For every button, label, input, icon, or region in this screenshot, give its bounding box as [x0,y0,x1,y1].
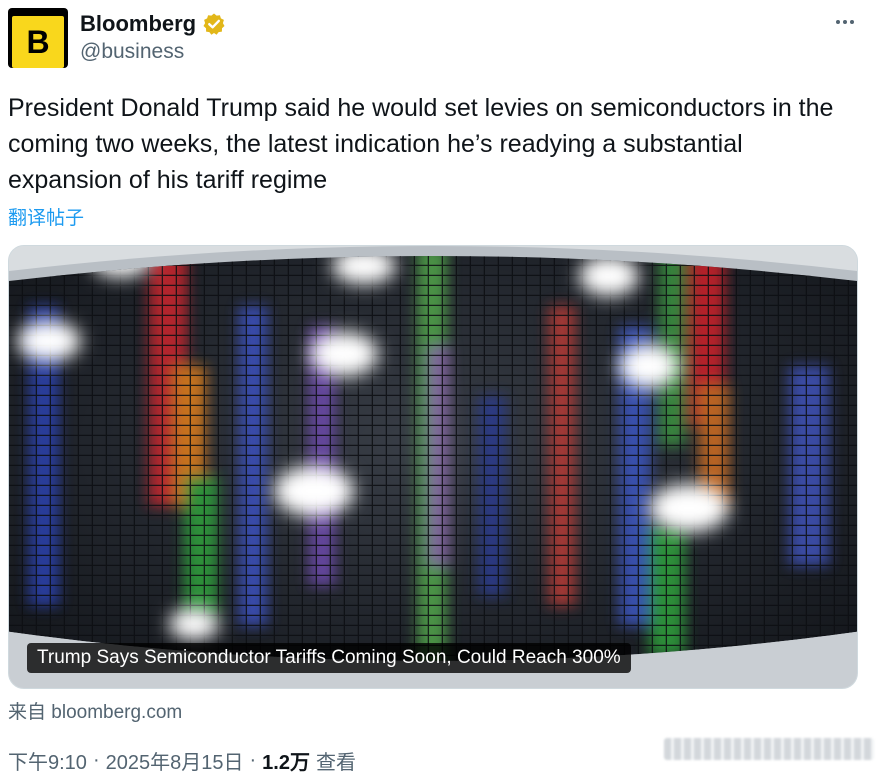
account-handle[interactable]: @business [80,40,184,64]
link-card[interactable]: Trump Says Semiconductor Tariffs Coming … [8,245,858,689]
card-source[interactable]: 来自 bloomberg.com [8,697,182,724]
verified-badge-icon[interactable] [202,12,226,36]
card-caption: Trump Says Semiconductor Tariffs Coming … [27,643,631,673]
more-options-icon[interactable] [830,10,860,34]
avatar-letter: B [12,16,64,68]
display-name[interactable]: Bloomberg [80,11,196,37]
meta-separator: · [249,749,257,771]
views-label: 查看 [315,752,356,774]
name-row: Bloomberg [80,10,226,38]
translate-post-link[interactable]: 翻译帖子 [8,203,84,230]
avatar[interactable]: B [8,8,68,68]
tweet-text: President Donald Trump said he would set… [8,94,834,194]
semiconductor-wafer-photo [9,246,857,688]
watermark-blur [664,738,874,760]
tweet-date[interactable]: 2025年8月15日 [106,746,244,775]
tweet-meta: 下午9:10 · 2025年8月15日 · 1.2万 查看 [8,746,356,775]
tweet-time[interactable]: 下午9:10 [8,746,87,775]
meta-separator: · [92,749,100,771]
views-count: 1.2万 [262,752,310,774]
